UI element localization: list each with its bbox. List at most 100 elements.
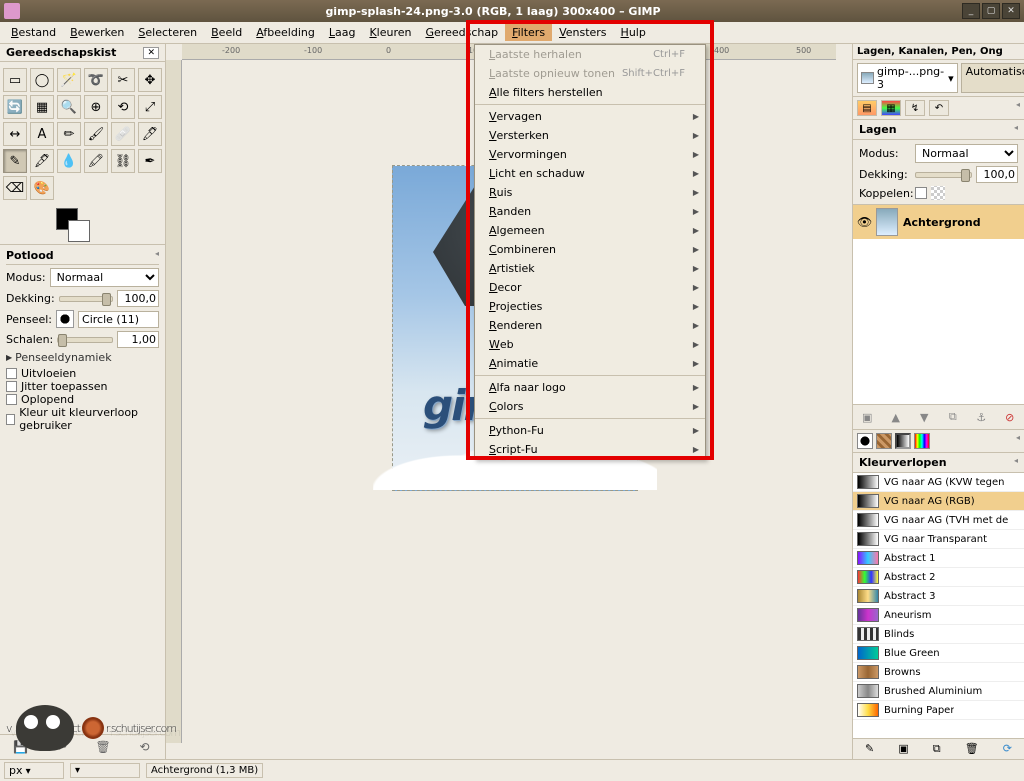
refresh-gradients-icon[interactable]: ⟳ [1003, 742, 1012, 756]
menu-item-artistiek[interactable]: Artistiek▶ [475, 259, 705, 278]
option-checkbox[interactable]: Jitter toepassen [6, 380, 159, 393]
layer-visibility-icon[interactable]: 👁 [857, 215, 871, 229]
opacity-slider[interactable] [59, 296, 113, 302]
menu-selecteren[interactable]: Selecteren [131, 24, 204, 41]
menu-item-vervagen[interactable]: Vervagen▶ [475, 107, 705, 126]
menu-item-versterken[interactable]: Versterken▶ [475, 126, 705, 145]
tool-button-10[interactable]: ⟲ [111, 95, 135, 119]
menu-item-combineren[interactable]: Combineren▶ [475, 240, 705, 259]
layer-list[interactable]: 👁 Achtergrond [853, 205, 1024, 405]
tab-palettes-icon[interactable] [914, 433, 930, 449]
tool-button-24[interactable]: ⌫ [3, 176, 27, 200]
gradient-item[interactable]: Brushed Aluminium [853, 682, 1024, 701]
tab-brushes-icon[interactable] [857, 433, 873, 449]
checkbox-icon[interactable] [6, 368, 17, 379]
tool-button-22[interactable]: ⛓ [111, 149, 135, 173]
layer-opacity-value[interactable]: 100,0 [976, 166, 1018, 183]
lower-layer-icon[interactable]: ▼ [914, 408, 934, 426]
option-checkbox[interactable]: Oplopend [6, 393, 159, 406]
gradient-item[interactable]: Blue Green [853, 644, 1024, 663]
tool-button-11[interactable]: ⤢ [138, 95, 162, 119]
tool-button-18[interactable]: ✎ [3, 149, 27, 173]
tool-button-3[interactable]: ➰ [84, 68, 108, 92]
gradient-item[interactable]: Blinds [853, 625, 1024, 644]
tool-button-1[interactable]: ◯ [30, 68, 54, 92]
background-color[interactable] [68, 220, 90, 242]
tab-gradients-icon[interactable] [895, 433, 911, 449]
menu-item-randen[interactable]: Randen▶ [475, 202, 705, 221]
layer-name[interactable]: Achtergrond [903, 216, 981, 229]
brush-name[interactable]: Circle (11) [78, 311, 159, 328]
menu-bewerken[interactable]: Bewerken [63, 24, 131, 41]
menu-item-licht-en-schaduw[interactable]: Licht en schaduw▶ [475, 164, 705, 183]
menu-item-alfa-naar-logo[interactable]: Alfa naar logo▶ [475, 378, 705, 397]
tool-button-17[interactable]: 🖊 [138, 122, 162, 146]
menu-item-projecties[interactable]: Projecties▶ [475, 297, 705, 316]
checkbox-icon[interactable] [6, 381, 17, 392]
gradient-item[interactable]: Abstract 2 [853, 568, 1024, 587]
gradient-item[interactable]: Abstract 1 [853, 549, 1024, 568]
close-button[interactable]: ✕ [1002, 3, 1020, 19]
gradient-item[interactable]: VG naar Transparant [853, 530, 1024, 549]
brush-dynamics-expander[interactable]: ▶Penseeldynamiek [6, 351, 159, 364]
tool-button-19[interactable]: 🖋 [30, 149, 54, 173]
raise-layer-icon[interactable]: ▲ [886, 408, 906, 426]
scale-value[interactable]: 1,00 [117, 331, 159, 348]
tab-paths-icon[interactable]: ↯ [905, 100, 925, 116]
duplicate-layer-icon[interactable]: ⧉ [943, 408, 963, 426]
menu-item-colors[interactable]: Colors▶ [475, 397, 705, 416]
delete-options-icon[interactable]: 🗑 [94, 738, 112, 756]
status-units[interactable]: px ▾ [4, 762, 64, 779]
menu-item-decor[interactable]: Decor▶ [475, 278, 705, 297]
menu-beeld[interactable]: Beeld [204, 24, 249, 41]
menu-item-algemeen[interactable]: Algemeen▶ [475, 221, 705, 240]
gradient-item[interactable]: VG naar AG (RGB) [853, 492, 1024, 511]
gradient-item[interactable]: Burning Paper [853, 701, 1024, 720]
opacity-value[interactable]: 100,0 [117, 290, 159, 307]
new-layer-icon[interactable]: ▣ [857, 408, 877, 426]
layer-opacity-slider[interactable] [915, 172, 972, 178]
menu-item-script-fu[interactable]: Script-Fu▶ [475, 440, 705, 459]
gradient-item[interactable]: Browns [853, 663, 1024, 682]
menu-filters[interactable]: Filters [505, 24, 552, 41]
tool-button-23[interactable]: ✒ [138, 149, 162, 173]
menu-bestand[interactable]: Bestand [4, 24, 63, 41]
tool-button-15[interactable]: 🖌 [84, 122, 108, 146]
menu-vensters[interactable]: Vensters [552, 24, 613, 41]
menu-afbeelding[interactable]: Afbeelding [249, 24, 322, 41]
menu-item-renderen[interactable]: Renderen▶ [475, 316, 705, 335]
tool-button-2[interactable]: 🪄 [57, 68, 81, 92]
tool-button-13[interactable]: A [30, 122, 54, 146]
scale-slider[interactable] [57, 337, 113, 343]
image-selector[interactable]: gimp-...png-3 ▾ [857, 63, 958, 93]
tool-button-25[interactable]: 🎨 [30, 176, 54, 200]
tool-button-12[interactable]: ↔ [3, 122, 27, 146]
menu-item-python-fu[interactable]: Python-Fu▶ [475, 421, 705, 440]
menubar[interactable]: BestandBewerkenSelecterenBeeldAfbeelding… [0, 22, 1024, 44]
gradient-list[interactable]: VG naar AG (KVW tegenVG naar AG (RGB)VG … [853, 473, 1024, 738]
tool-button-5[interactable]: ✥ [138, 68, 162, 92]
menu-kleuren[interactable]: Kleuren [362, 24, 418, 41]
reset-options-icon[interactable]: ⟲ [135, 738, 153, 756]
menu-item-animatie[interactable]: Animatie▶ [475, 354, 705, 373]
tab-channels-icon[interactable]: ▦ [881, 100, 901, 116]
tab-layers-icon[interactable]: ▤ [857, 100, 877, 116]
tool-button-20[interactable]: 💧 [57, 149, 81, 173]
gradient-item[interactable]: Aneurism [853, 606, 1024, 625]
tool-button-21[interactable]: 🖍 [84, 149, 108, 173]
minimize-button[interactable]: _ [962, 3, 980, 19]
restore-options-icon[interactable]: ↩ [53, 738, 71, 756]
brush-preview-icon[interactable] [56, 310, 74, 328]
anchor-layer-icon[interactable]: ⚓ [971, 408, 991, 426]
tool-button-0[interactable]: ▭ [3, 68, 27, 92]
lock-alpha-icon[interactable] [931, 186, 945, 200]
menu-gereedschap[interactable]: Gereedschap [419, 24, 506, 41]
tool-button-6[interactable]: 🔄 [3, 95, 27, 119]
option-checkbox[interactable]: Uitvloeien [6, 367, 159, 380]
save-options-icon[interactable]: 💾 [12, 738, 30, 756]
menu-laag[interactable]: Laag [322, 24, 363, 41]
mode-select[interactable]: Normaal [50, 268, 159, 287]
tab-undo-icon[interactable]: ↶ [929, 100, 949, 116]
lock-pixels-checkbox[interactable] [915, 187, 927, 199]
tool-button-8[interactable]: 🔍 [57, 95, 81, 119]
